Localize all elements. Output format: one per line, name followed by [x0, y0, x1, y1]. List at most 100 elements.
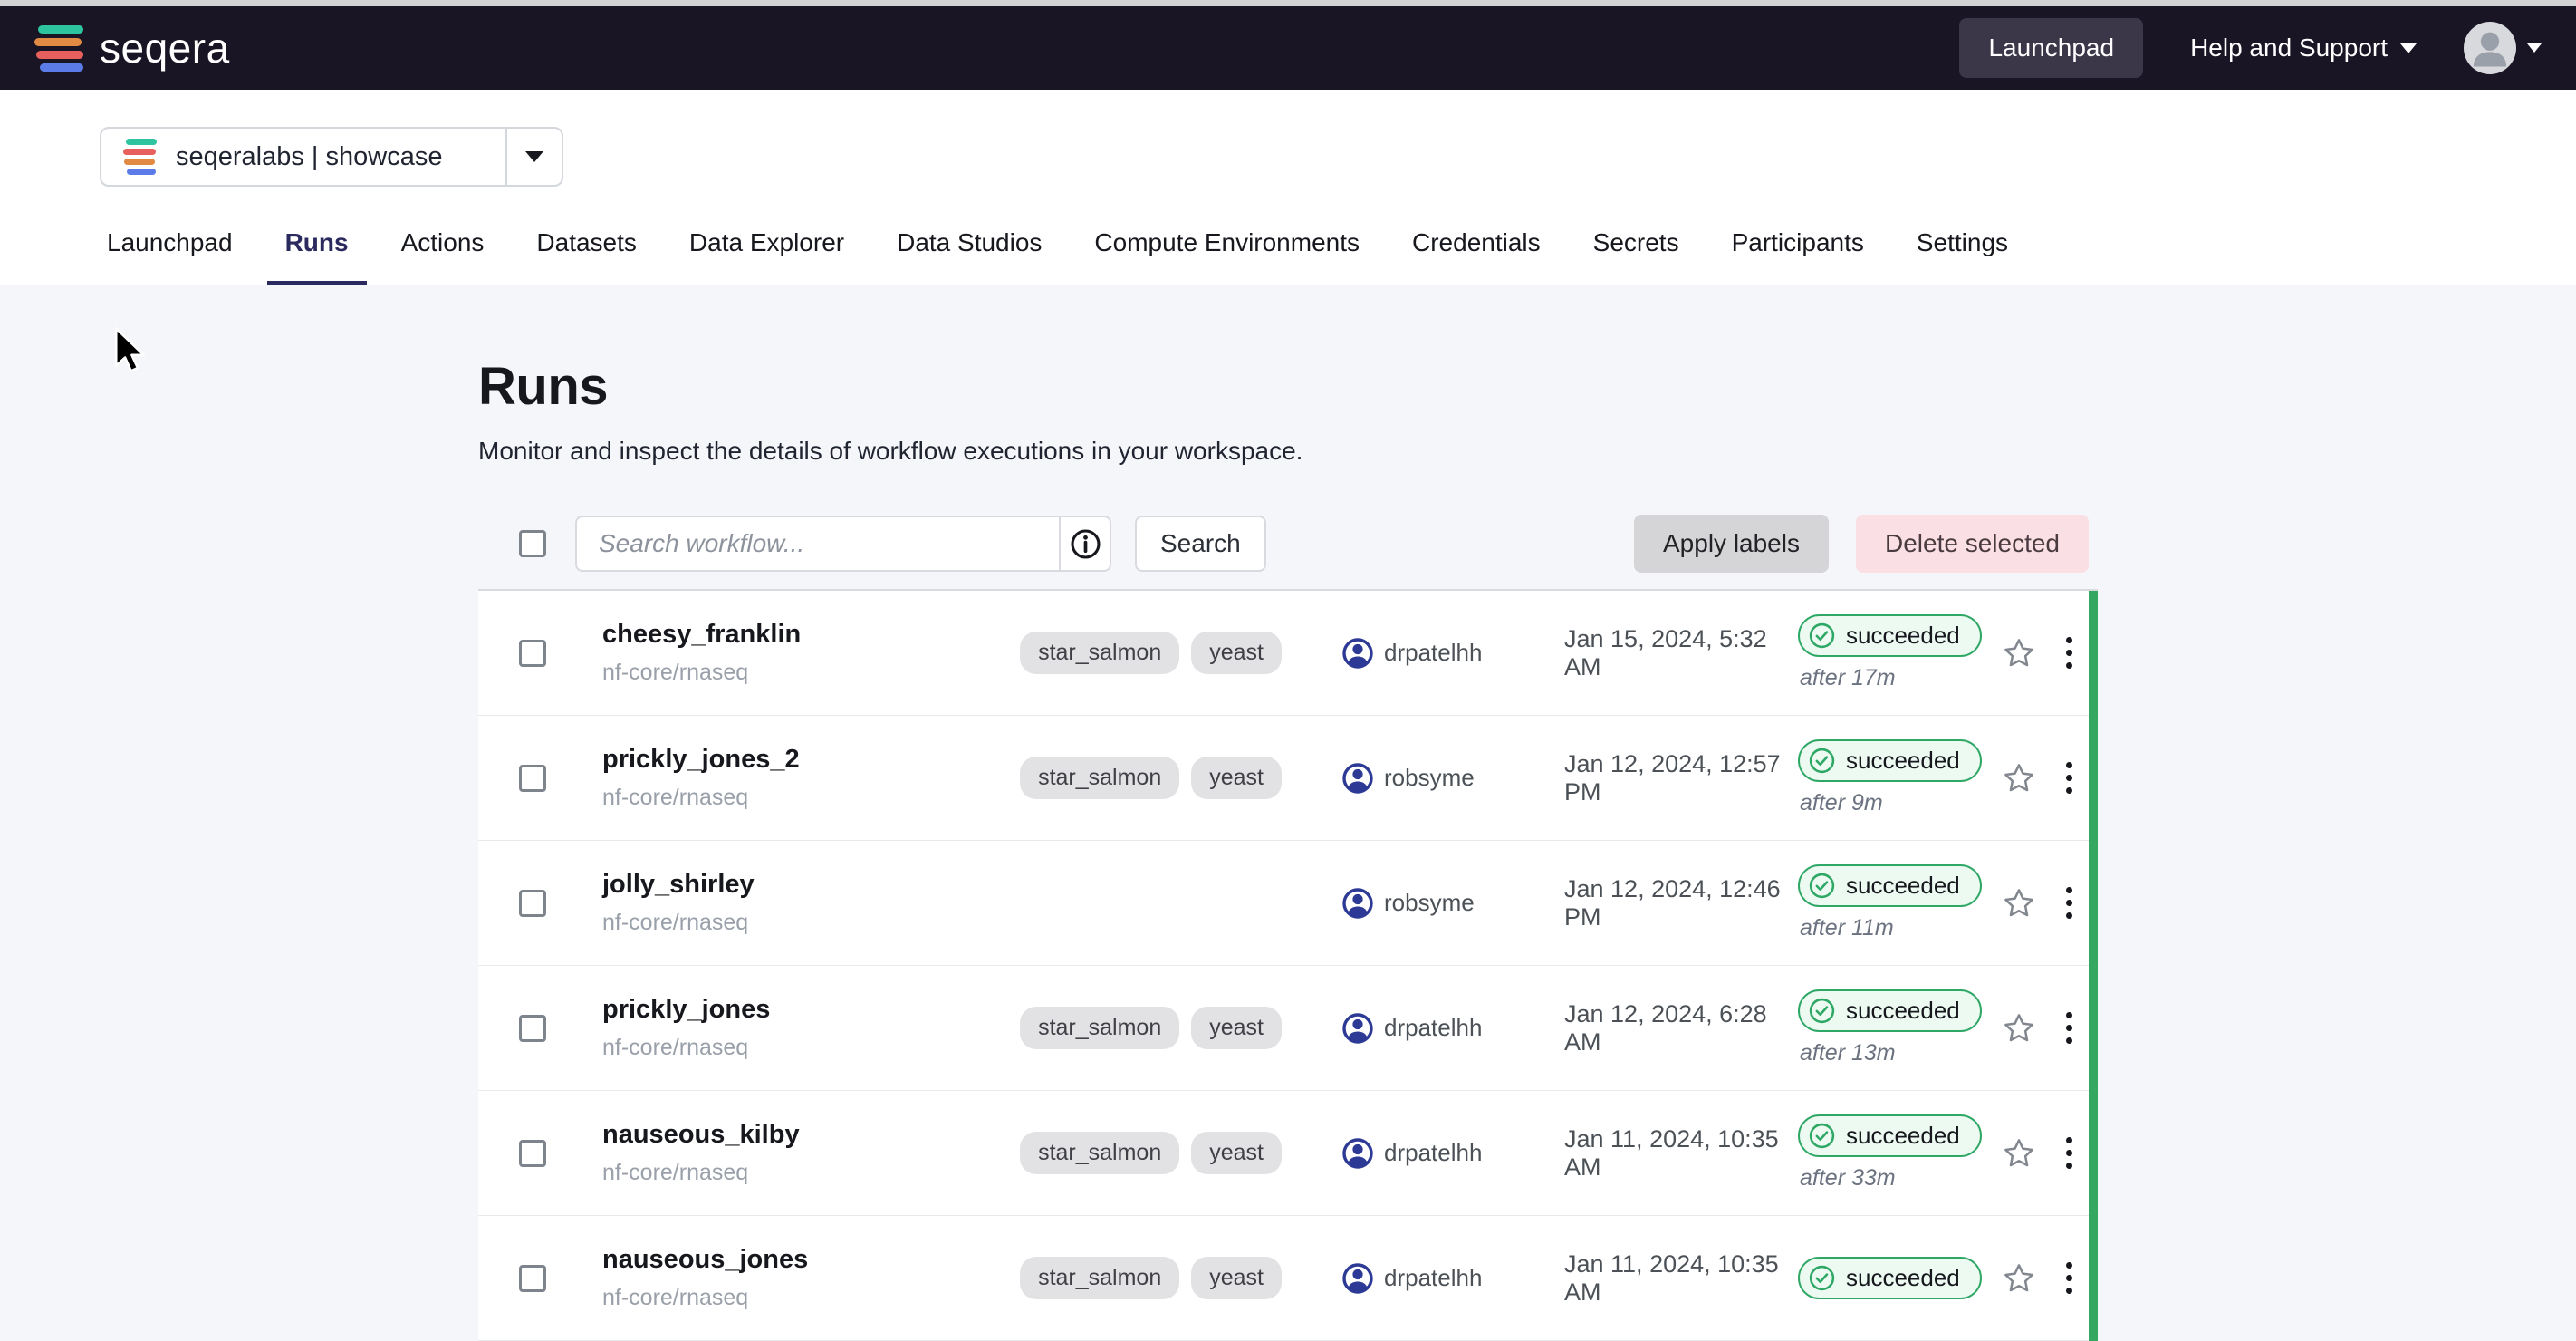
delete-selected-button[interactable]: Delete selected [1856, 515, 2089, 573]
help-and-support-menu[interactable]: Help and Support [2190, 34, 2417, 63]
tab-participants[interactable]: Participants [1714, 228, 1882, 285]
browser-edge-strip [0, 0, 2576, 6]
run-label-pill[interactable]: star_salmon [1020, 1257, 1179, 1299]
info-icon [1069, 527, 1102, 561]
apply-labels-button[interactable]: Apply labels [1634, 515, 1829, 573]
run-labels: star_salmon yeast [960, 1257, 1282, 1299]
tab-secrets[interactable]: Secrets [1575, 228, 1697, 285]
run-row-checkbox[interactable] [519, 765, 546, 792]
kebab-menu-icon [2062, 1008, 2076, 1047]
run-label-pill[interactable]: star_salmon [1020, 1132, 1179, 1174]
run-name-link[interactable]: cheesy_franklin [602, 620, 960, 650]
workspace-name: seqeralabs | showcase [176, 142, 442, 172]
tab-runs[interactable]: Runs [267, 228, 367, 285]
run-duration: after 13m [1800, 1040, 1896, 1066]
run-options-menu-button[interactable] [2048, 633, 2090, 672]
tab-bar: Launchpad Runs Actions Datasets Data Explore… [0, 187, 2576, 285]
search-info-button[interactable] [1059, 516, 1111, 572]
run-options-menu-button[interactable] [2048, 758, 2090, 797]
kebab-menu-icon [2062, 883, 2076, 922]
run-options-menu-button[interactable] [2048, 1134, 2090, 1172]
status-badge: succeeded [1798, 1114, 1982, 1157]
run-label-pill[interactable]: yeast [1191, 1007, 1282, 1049]
chevron-down-icon [2527, 43, 2542, 53]
run-label-pill[interactable]: star_salmon [1020, 757, 1179, 799]
star-run-button[interactable] [1990, 636, 2048, 670]
main-content: Runs Monitor and inspect the details of … [0, 285, 2576, 1266]
run-row: prickly_jones_2 nf-core/rnaseq star_salm… [478, 716, 2098, 841]
tab-actions[interactable]: Actions [383, 228, 503, 285]
star-run-button[interactable] [1990, 886, 2048, 921]
tab-launchpad[interactable]: Launchpad [89, 228, 251, 285]
workspace-org-icon [123, 139, 158, 175]
star-icon [2002, 761, 2036, 796]
tab-settings[interactable]: Settings [1898, 228, 2026, 285]
status-badge: succeeded [1798, 989, 1982, 1032]
search-button[interactable]: Search [1135, 516, 1266, 572]
tab-datasets[interactable]: Datasets [518, 228, 655, 285]
status-badge: succeeded [1798, 614, 1982, 657]
run-pipeline: nf-core/rnaseq [602, 660, 960, 686]
kebab-menu-icon [2062, 633, 2076, 672]
run-label-pill[interactable]: star_salmon [1020, 1007, 1179, 1049]
star-run-button[interactable] [1990, 761, 2048, 796]
run-date: Jan 15, 2024, 5:32 AM [1564, 625, 1798, 681]
run-row-checkbox[interactable] [519, 1265, 546, 1292]
kebab-menu-icon [2062, 1259, 2076, 1298]
run-pipeline: nf-core/rnaseq [602, 1160, 960, 1186]
run-label-pill[interactable]: yeast [1191, 1257, 1282, 1299]
run-date: Jan 11, 2024, 10:35 AM [1564, 1250, 1798, 1307]
run-pipeline: nf-core/rnaseq [602, 1285, 960, 1311]
check-circle-icon [1808, 997, 1836, 1025]
user-icon [1341, 762, 1374, 795]
run-row-checkbox[interactable] [519, 1140, 546, 1167]
user-avatar-menu[interactable] [2464, 22, 2542, 74]
launchpad-nav-button[interactable]: Launchpad [1959, 18, 2143, 78]
run-pipeline: nf-core/rnaseq [602, 1035, 960, 1061]
run-user-name: robsyme [1384, 764, 1475, 792]
run-labels: star_salmon yeast [960, 1007, 1282, 1049]
tab-credentials[interactable]: Credentials [1394, 228, 1559, 285]
status-accent-bar [2089, 591, 2098, 1341]
star-run-button[interactable] [1990, 1261, 2048, 1296]
run-name-link[interactable]: prickly_jones [602, 995, 960, 1025]
user-icon [1341, 887, 1374, 920]
run-name-link[interactable]: prickly_jones_2 [602, 745, 960, 775]
tab-data-explorer[interactable]: Data Explorer [671, 228, 862, 285]
run-duration: after 17m [1800, 665, 1896, 691]
run-name-link[interactable]: nauseous_jones [602, 1245, 960, 1275]
status-badge: succeeded [1798, 739, 1982, 782]
run-pipeline: nf-core/rnaseq [602, 785, 960, 811]
run-name-link[interactable]: jolly_shirley [602, 870, 960, 900]
run-options-menu-button[interactable] [2048, 883, 2090, 922]
run-label-pill[interactable]: star_salmon [1020, 632, 1179, 674]
run-name-link[interactable]: nauseous_kilby [602, 1120, 960, 1150]
run-row-checkbox[interactable] [519, 1015, 546, 1042]
workspace-selector[interactable]: seqeralabs | showcase [100, 127, 563, 187]
run-user-name: robsyme [1384, 889, 1475, 917]
chevron-down-icon [2400, 43, 2417, 53]
run-user-name: drpatelhh [1384, 1139, 1482, 1167]
check-circle-icon [1808, 1122, 1836, 1150]
run-label-pill[interactable]: yeast [1191, 1132, 1282, 1174]
star-run-button[interactable] [1990, 1136, 2048, 1171]
avatar [2464, 22, 2516, 74]
tab-compute-environments[interactable]: Compute Environments [1076, 228, 1378, 285]
user-icon [1341, 1137, 1374, 1170]
user-icon [1341, 1262, 1374, 1295]
run-row-checkbox[interactable] [519, 640, 546, 667]
run-options-menu-button[interactable] [2048, 1259, 2090, 1298]
seqera-logo[interactable]: seqera [34, 24, 230, 72]
run-options-menu-button[interactable] [2048, 1008, 2090, 1047]
star-icon [2002, 1136, 2036, 1171]
status-badge: succeeded [1798, 1257, 1982, 1299]
select-all-checkbox[interactable] [519, 530, 546, 557]
check-circle-icon [1808, 622, 1836, 650]
search-input[interactable] [575, 516, 1059, 572]
run-label-pill[interactable]: yeast [1191, 632, 1282, 674]
tab-data-studios[interactable]: Data Studios [879, 228, 1060, 285]
workspace-dropdown-button[interactable] [505, 129, 562, 185]
run-row-checkbox[interactable] [519, 890, 546, 917]
star-run-button[interactable] [1990, 1011, 2048, 1046]
run-label-pill[interactable]: yeast [1191, 757, 1282, 799]
